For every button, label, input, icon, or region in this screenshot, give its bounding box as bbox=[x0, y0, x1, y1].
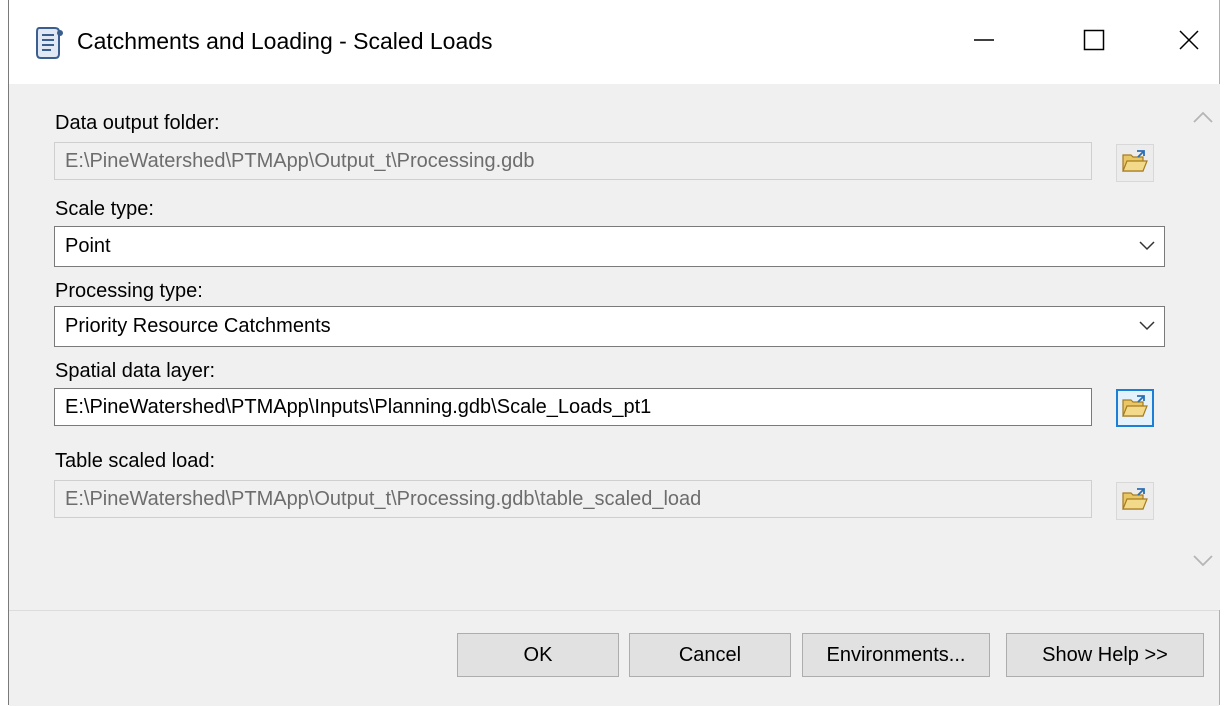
data-output-folder-field[interactable]: E:\PineWatershed\PTMApp\Output_t\Process… bbox=[54, 142, 1092, 180]
dialog-footer: OK Cancel Environments... Show Help >> bbox=[9, 610, 1219, 706]
processing-type-dropdown[interactable]: Priority Resource Catchments bbox=[54, 306, 1165, 347]
scale-type-value: Point bbox=[65, 235, 111, 257]
scale-type-dropdown[interactable]: Point bbox=[54, 226, 1165, 267]
table-scaled-load-field[interactable]: E:\PineWatershed\PTMApp\Output_t\Process… bbox=[54, 480, 1092, 518]
table-scaled-load-browse-button[interactable] bbox=[1116, 482, 1154, 520]
show-help-button[interactable]: Show Help >> bbox=[1006, 633, 1204, 677]
close-button[interactable] bbox=[1159, 14, 1219, 70]
close-icon bbox=[1178, 29, 1200, 56]
minimize-icon bbox=[973, 29, 995, 56]
vertical-scrollbar[interactable] bbox=[1187, 84, 1220, 610]
processing-type-label: Processing type: bbox=[55, 280, 203, 302]
chevron-down-icon bbox=[1136, 315, 1158, 337]
scroll-up-button[interactable] bbox=[1190, 106, 1216, 132]
spatial-data-layer-browse-button[interactable] bbox=[1116, 389, 1154, 427]
spatial-data-layer-field[interactable]: E:\PineWatershed\PTMApp\Inputs\Planning.… bbox=[54, 388, 1092, 426]
open-folder-icon bbox=[1122, 394, 1148, 423]
chevron-down-icon bbox=[1136, 235, 1158, 257]
window-title: Catchments and Loading - Scaled Loads bbox=[77, 28, 493, 54]
data-output-folder-browse-button[interactable] bbox=[1116, 144, 1154, 182]
scroll-down-button[interactable] bbox=[1190, 550, 1216, 576]
maximize-icon bbox=[1083, 29, 1105, 56]
maximize-button[interactable] bbox=[1064, 14, 1124, 70]
title-bar[interactable]: Catchments and Loading - Scaled Loads bbox=[9, 0, 1219, 84]
chevron-down-icon bbox=[1193, 554, 1213, 572]
ok-button[interactable]: OK bbox=[457, 633, 619, 677]
spatial-data-layer-label: Spatial data layer: bbox=[55, 360, 216, 382]
open-folder-icon bbox=[1122, 149, 1148, 178]
environments-button[interactable]: Environments... bbox=[802, 633, 990, 677]
data-output-folder-label: Data output folder: bbox=[55, 112, 220, 134]
minimize-button[interactable] bbox=[954, 14, 1014, 70]
open-folder-icon bbox=[1122, 487, 1148, 516]
scale-type-label: Scale type: bbox=[55, 198, 154, 220]
chevron-up-icon bbox=[1193, 110, 1213, 128]
script-tool-icon bbox=[33, 24, 65, 62]
table-scaled-load-label: Table scaled load: bbox=[55, 450, 216, 472]
processing-type-value: Priority Resource Catchments bbox=[65, 315, 331, 337]
parameters-panel: Data output folder: E:\PineWatershed\PTM… bbox=[9, 84, 1187, 610]
tool-dialog-window: Catchments and Loading - Scaled Loads Da… bbox=[8, 0, 1220, 706]
cancel-button[interactable]: Cancel bbox=[629, 633, 791, 677]
